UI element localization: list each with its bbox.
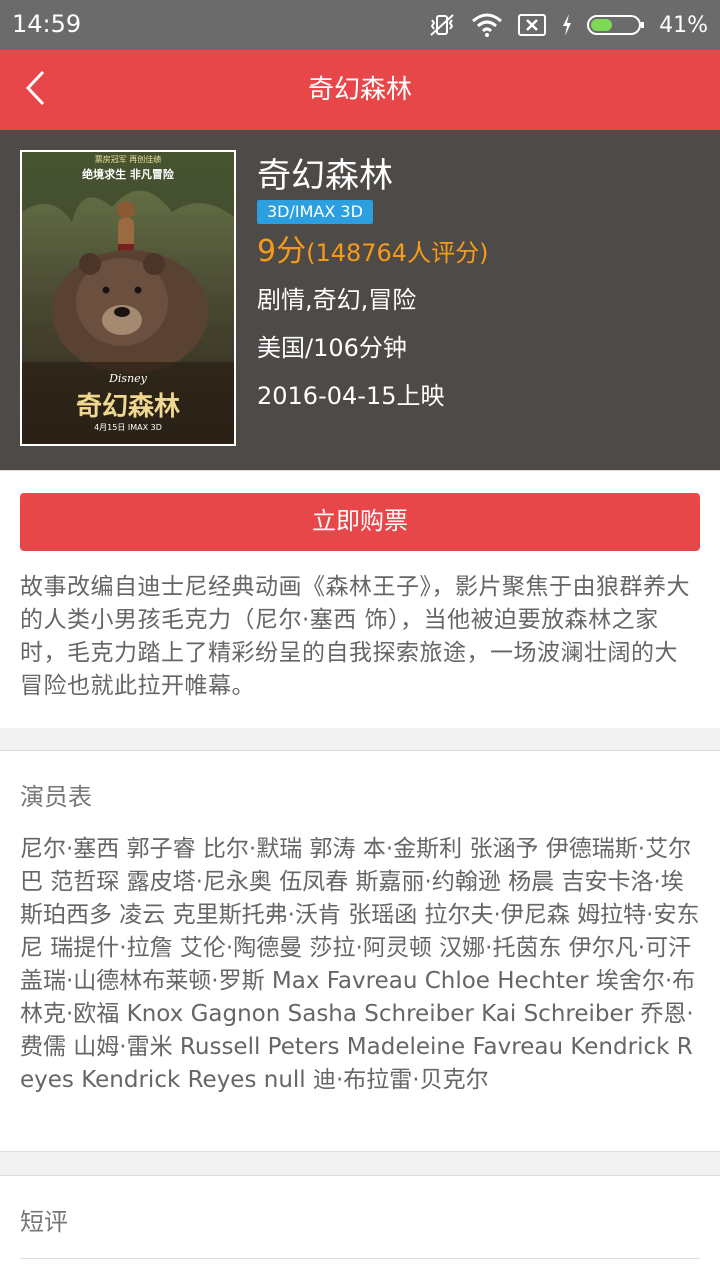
sim-off-icon <box>517 12 547 38</box>
wifi-icon <box>471 12 503 38</box>
review-section-title: 短评 <box>20 1208 68 1236</box>
poster-studio-logo: Disney <box>109 372 147 385</box>
cast-section-title: 演员表 <box>20 783 92 811</box>
status-icons: 41% <box>427 8 708 42</box>
status-bar: 14:59 41% <box>0 0 720 50</box>
rating-line: 9分(148764人评分) <box>257 232 488 276</box>
divider <box>20 1258 700 1259</box>
format-badge: 3D/IMAX 3D <box>257 200 373 224</box>
cast-section: 演员表 尼尔·塞西 郭子睿 比尔·默瑞 郭涛 本·金斯利 张涵予 伊德瑞斯·艾尔… <box>0 750 720 1152</box>
battery-percent: 41% <box>659 12 708 38</box>
page-title: 奇幻森林 <box>307 75 412 105</box>
charging-icon <box>561 12 573 38</box>
status-time: 14:59 <box>12 10 82 38</box>
movie-country-duration: 美国/106分钟 <box>257 334 407 362</box>
vibrate-off-icon <box>427 12 457 38</box>
app-bar: 奇幻森林 <box>0 50 720 130</box>
poster-date-line: 4月15日 IMAX 3D <box>94 423 162 432</box>
movie-poster[interactable]: 票房冠军 再创佳绩 绝境求生 非凡冒险 Disney 奇幻森林 4月15日 IM… <box>20 150 236 446</box>
movie-release-date: 2016-04-15上映 <box>257 382 445 410</box>
poster-title: 奇幻森林 <box>75 392 180 422</box>
poster-tagline-top: 票房冠军 再创佳绩 <box>94 155 162 164</box>
buy-ticket-button[interactable]: 立即购票 <box>20 493 700 551</box>
cast-list: 尼尔·塞西 郭子睿 比尔·默瑞 郭涛 本·金斯利 张涵予 伊德瑞斯·艾尔巴 范哲… <box>20 836 700 1093</box>
chevron-left-icon[interactable] <box>23 68 47 112</box>
review-section: 短评 <box>0 1175 720 1280</box>
content-panel: 立即购票 故事改编自迪士尼经典动画《森林王子》，影片聚焦于由狼群养大的人类小男孩… <box>0 470 720 728</box>
poster-tagline-main: 绝境求生 非凡冒险 <box>82 168 174 181</box>
movie-synopsis: 故事改编自迪士尼经典动画《森林王子》，影片聚焦于由狼群养大的人类小男孩毛克力（尼… <box>20 574 690 699</box>
rating-score: 9分 <box>257 234 307 269</box>
rating-count: (148764人评分) <box>306 239 489 267</box>
movie-name: 奇幻森林 <box>257 156 393 196</box>
movie-header: 票房冠军 再创佳绩 绝境求生 非凡冒险 Disney 奇幻森林 4月15日 IM… <box>0 130 720 470</box>
movie-genres: 剧情,奇幻,冒险 <box>257 286 417 314</box>
movie-info: 奇幻森林 3D/IMAX 3D 9分(148764人评分) 剧情,奇幻,冒险 美… <box>257 154 488 420</box>
back-button[interactable] <box>0 50 70 130</box>
battery-icon <box>587 12 645 38</box>
